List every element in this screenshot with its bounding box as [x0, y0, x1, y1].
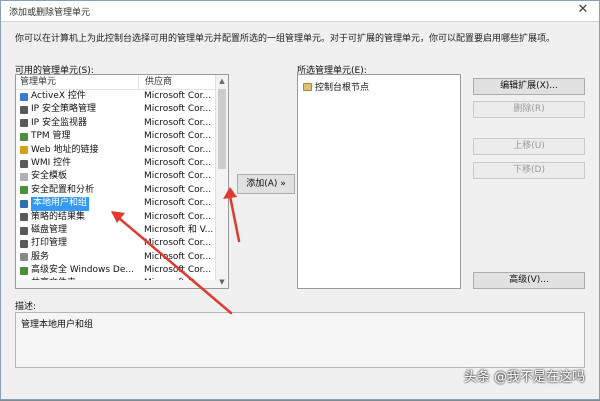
list-item[interactable]: Web 地址的链接 Microsoft Cor... [16, 144, 228, 157]
list-item[interactable]: 安全模板 Microsoft Cor... [16, 170, 228, 183]
snapin-name-cell: 高级安全 Windows De... [16, 264, 140, 277]
snapin-name-cell: WMI 控件 [16, 157, 140, 170]
snapin-name: TPM 管理 [31, 131, 71, 142]
list-item[interactable]: IP 安全策略管理 Microsoft Cor... [16, 103, 228, 116]
selected-snapins-list[interactable]: 控制台根节点 [297, 74, 461, 289]
snapin-vendor: Microsoft Cor... [144, 238, 212, 249]
snapin-icon [20, 159, 28, 168]
available-rows: ActiveX 控件 Microsoft Cor... IP 安全策略管理 Micro… [16, 90, 228, 288]
snapin-icon [20, 92, 28, 101]
snapin-name-cell: Web 地址的链接 [16, 144, 140, 157]
snapin-vendor: Microsoft Cor... [144, 117, 212, 128]
list-item[interactable]: 安全配置和分析 Microsoft Cor... [16, 184, 228, 197]
snapin-name-cell: 服务 [16, 251, 140, 264]
snapin-vendor: Microsoft Cor... [144, 211, 212, 222]
column-header-vendor[interactable]: 供应商 [139, 75, 172, 89]
move-up-button[interactable]: 上移(U) [473, 138, 585, 155]
snapin-icon [20, 239, 28, 248]
watermark: 头条 @我不是在这吗 [463, 370, 585, 385]
snapin-name: IP 安全策略管理 [31, 104, 96, 115]
snapin-icon [20, 146, 28, 155]
snapin-vendor: Microsoft Cor... [144, 157, 212, 168]
snapin-icon [20, 186, 28, 195]
snapin-name: 服务 [31, 251, 50, 262]
close-icon[interactable]: ✕ [575, 2, 591, 18]
snapin-vendor: Microsoft Cor... [144, 131, 212, 142]
list-header: 管理单元 供应商 [16, 75, 228, 90]
list-item[interactable]: 服务 Microsoft Cor... [16, 251, 228, 264]
snapin-name: 安全模板 [31, 171, 68, 182]
intro-text: 你可以在计算机上为此控制台选择可用的管理单元并配置所选的一组管理单元。对于可扩展… [15, 34, 556, 44]
delete-button[interactable]: 删除(R) [473, 101, 585, 118]
snapin-name-cell: IP 安全监视器 [16, 117, 140, 130]
snapin-icon [20, 213, 28, 222]
snapin-icon [20, 226, 28, 235]
console-root-node[interactable]: 控制台根节点 [298, 75, 460, 93]
snapin-vendor: Microsoft Cor... [144, 171, 212, 182]
snapin-icon [20, 106, 28, 115]
snapin-name-cell: 磁盘管理 [16, 224, 140, 237]
snapin-icon [20, 253, 28, 262]
snapin-vendor: Microsoft Cor... [144, 91, 212, 101]
snapin-name: 安全配置和分析 [31, 184, 95, 195]
title-bar: 添加或删除管理单元 ✕ [1, 1, 599, 22]
advanced-button[interactable]: 高级(V)... [473, 272, 585, 289]
snapin-vendor: Microsoft Cor... [144, 144, 212, 155]
snapin-name-cell: 安全配置和分析 [16, 184, 140, 197]
snapin-name: 打印管理 [31, 238, 68, 249]
console-root-label: 控制台根节点 [315, 83, 370, 93]
snapin-vendor: Microsoft 和 V... [144, 224, 214, 235]
snapin-name: ActiveX 控件 [31, 91, 86, 101]
list-item[interactable]: 策略的结果集 Microsoft Cor... [16, 211, 228, 224]
add-button[interactable]: 添加(A) » [237, 174, 295, 194]
list-item[interactable]: 本地用户和组 Microsoft Cor... [16, 197, 228, 211]
list-item[interactable]: 打印管理 Microsoft Cor... [16, 237, 228, 250]
snapin-name: 本地用户和组 [31, 197, 90, 211]
snapin-name-cell: ActiveX 控件 [16, 90, 140, 103]
snapin-icon [20, 132, 28, 141]
snapin-name-cell: TPM 管理 [16, 130, 140, 143]
list-item[interactable]: TPM 管理 Microsoft Cor... [16, 130, 228, 143]
snapin-name: 高级安全 Windows De... [31, 265, 134, 276]
snapin-vendor: Microsoft Cor... [144, 198, 212, 209]
snapin-name: WMI 控件 [31, 157, 72, 168]
snapin-name: 策略的结果集 [31, 211, 86, 222]
scroll-up-icon[interactable]: ▲ [216, 75, 228, 87]
snapin-icon [20, 173, 28, 182]
window-title: 添加或删除管理单元 [9, 8, 91, 18]
snapin-name-cell: 策略的结果集 [16, 211, 140, 224]
snapin-name-cell: IP 安全策略管理 [16, 103, 140, 116]
add-remove-snapin-dialog: 添加或删除管理单元 ✕ 你可以在计算机上为此控制台选择可用的管理单元并配置所选的… [0, 0, 600, 400]
snapin-vendor: Microsoft Cor... [144, 265, 212, 276]
horizontal-scrollbar[interactable] [16, 280, 216, 288]
description-label: 描述: [15, 302, 37, 312]
snapin-icon [20, 119, 28, 128]
snapin-name-cell: 打印管理 [16, 237, 140, 250]
scroll-down-icon[interactable]: ▼ [216, 276, 228, 288]
annotation-arrow-to-add-button [227, 189, 241, 243]
edit-extensions-button[interactable]: 编辑扩展(X)... [473, 78, 585, 95]
available-snapins-list[interactable]: 管理单元 供应商 ActiveX 控件 Microsoft Cor... IP 安全… [15, 74, 229, 289]
list-item[interactable]: 磁盘管理 Microsoft 和 V... [16, 224, 228, 237]
list-item[interactable]: 高级安全 Windows De... Microsoft Cor... [16, 264, 228, 277]
snapin-name: IP 安全监视器 [31, 117, 87, 128]
snapin-icon [20, 266, 28, 275]
vertical-scrollbar[interactable]: ▲ ▼ [215, 75, 228, 288]
snapin-vendor: Microsoft Cor... [144, 251, 212, 262]
description-box: 管理本地用户和组 [15, 312, 585, 368]
list-item[interactable]: IP 安全监视器 Microsoft Cor... [16, 117, 228, 130]
snapin-vendor: Microsoft Cor... [144, 104, 212, 115]
scroll-thumb[interactable] [218, 89, 226, 169]
snapin-vendor: Microsoft Cor... [144, 184, 212, 195]
snapin-icon [20, 199, 28, 208]
column-header-snapin[interactable]: 管理单元 [16, 75, 139, 89]
snapin-name-cell: 本地用户和组 [16, 197, 140, 211]
snapin-name: Web 地址的链接 [31, 144, 99, 155]
list-item[interactable]: ActiveX 控件 Microsoft Cor... [16, 90, 228, 103]
snapin-name-cell: 安全模板 [16, 170, 140, 183]
snapin-name: 磁盘管理 [31, 224, 68, 235]
folder-icon [303, 82, 312, 91]
move-down-button[interactable]: 下移(D) [473, 162, 585, 179]
list-item[interactable]: WMI 控件 Microsoft Cor... [16, 157, 228, 170]
